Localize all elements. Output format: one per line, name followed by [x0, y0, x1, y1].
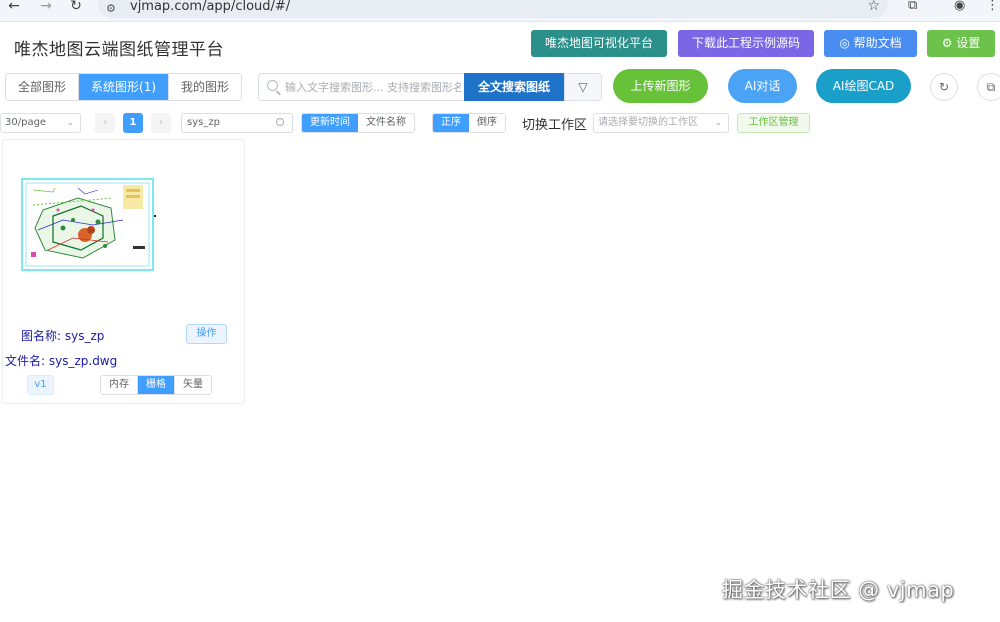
copy-icon[interactable]: ⧉	[977, 73, 1000, 101]
settings-label: 设置	[956, 36, 981, 50]
version-badge[interactable]: v1	[27, 375, 54, 395]
sort-ascending[interactable]: 正序	[433, 114, 469, 132]
mode-raster[interactable]: 栅格	[138, 376, 175, 394]
profile-icon[interactable]: ◉	[954, 0, 965, 12]
chevron-down-icon: ⌄	[714, 118, 722, 128]
site-info-icon[interactable]: ⚙	[106, 2, 116, 15]
workspace-manage-button[interactable]: 工作区管理	[737, 113, 810, 133]
forward-icon[interactable]: →	[38, 0, 54, 16]
sort-field-toggle: 更新时间 文件名称	[301, 113, 415, 133]
mode-memory[interactable]: 内存	[101, 376, 138, 394]
drawing-filename: 文件名: sys_zp.dwg	[5, 354, 118, 368]
tab-all[interactable]: 全部图形	[6, 74, 80, 100]
tab-mine[interactable]: 我的图形	[169, 74, 242, 100]
operate-button[interactable]: 操作	[186, 324, 227, 344]
fulltext-search-button[interactable]: 全文搜索图纸	[464, 73, 564, 101]
drawing-thumbnail[interactable]	[21, 178, 154, 271]
next-page-button[interactable]: ›	[151, 113, 171, 133]
ai-chat-button[interactable]: AI对话	[728, 69, 797, 103]
search-icon	[267, 80, 278, 91]
help-icon: ◎	[839, 36, 854, 50]
sort-order-toggle: 正序 倒序	[432, 113, 506, 133]
mode-vector[interactable]: 矢量	[175, 376, 211, 394]
filter-icon[interactable]: ▽	[564, 73, 602, 101]
page-size-value: 30/page	[5, 117, 47, 128]
category-tabs: 全部图形 系统图形(1) 我的图形	[5, 73, 243, 101]
back-icon[interactable]: ←	[6, 0, 22, 16]
ai-cad-button[interactable]: AI绘图CAD	[816, 69, 911, 103]
download-source-button[interactable]: 下载此工程示例源码	[678, 30, 814, 57]
name-filter-value: sys_zp	[187, 117, 220, 128]
reload-icon[interactable]: ↻	[68, 0, 84, 16]
sort-descending[interactable]: 倒序	[469, 114, 505, 132]
page-size-select[interactable]: 30/page ⌄	[0, 113, 81, 133]
cad-plan-image	[23, 180, 152, 269]
name-filter-input[interactable]: sys_zp	[181, 113, 293, 133]
current-page[interactable]: 1	[123, 113, 143, 133]
drawing-name: 图名称: sys_zp	[21, 329, 105, 343]
chevron-down-icon: ⌄	[66, 118, 74, 128]
workspace-placeholder: 请选择要切换的工作区	[598, 117, 698, 128]
settings-button[interactable]: ⚙ 设置	[927, 30, 995, 57]
menu-icon[interactable]: ⋮	[986, 0, 999, 12]
search-input[interactable]	[285, 78, 461, 96]
sort-by-updated[interactable]: 更新时间	[302, 114, 358, 132]
extensions-icon[interactable]: ⧉	[908, 0, 917, 12]
render-mode-toggle: 内存 栅格 矢量	[100, 375, 212, 395]
search-icon	[276, 118, 284, 126]
refresh-icon[interactable]: ↻	[930, 73, 958, 101]
gear-icon: ⚙	[941, 36, 957, 50]
browser-toolbar: ← → ↻ ⚙ vjmap.com/app/cloud/#/ ☆ ⧉ ◉ ⋮	[0, 0, 1000, 22]
workspace-select[interactable]: 请选择要切换的工作区 ⌄	[593, 113, 729, 133]
prev-page-button[interactable]: ‹	[95, 113, 115, 133]
watermark: 掘金技术社区 @ vjmap	[722, 578, 955, 602]
search-box: 全文搜索图纸 ▽	[258, 73, 602, 101]
workspace-label: 切换工作区	[522, 118, 588, 133]
address-bar[interactable]: ⚙ vjmap.com/app/cloud/#/ ☆	[98, 0, 888, 18]
url-text: vjmap.com/app/cloud/#/	[130, 0, 291, 14]
bookmark-star-icon[interactable]: ☆	[867, 0, 880, 14]
drawing-card: 图名称: sys_zp 操作 文件名: sys_zp.dwg v1 内存 栅格 …	[2, 139, 245, 404]
upload-button[interactable]: 上传新图形	[613, 69, 708, 103]
thumbnail-marker	[154, 215, 156, 217]
help-docs-label: 帮助文档	[853, 36, 902, 50]
visual-platform-button[interactable]: 唯杰地图可视化平台	[531, 30, 667, 57]
page-title: 唯杰地图云端图纸管理平台	[14, 40, 224, 60]
sort-by-filename[interactable]: 文件名称	[358, 114, 414, 132]
help-docs-button[interactable]: ◎ 帮助文档	[824, 30, 917, 57]
tab-system[interactable]: 系统图形(1)	[79, 74, 170, 100]
